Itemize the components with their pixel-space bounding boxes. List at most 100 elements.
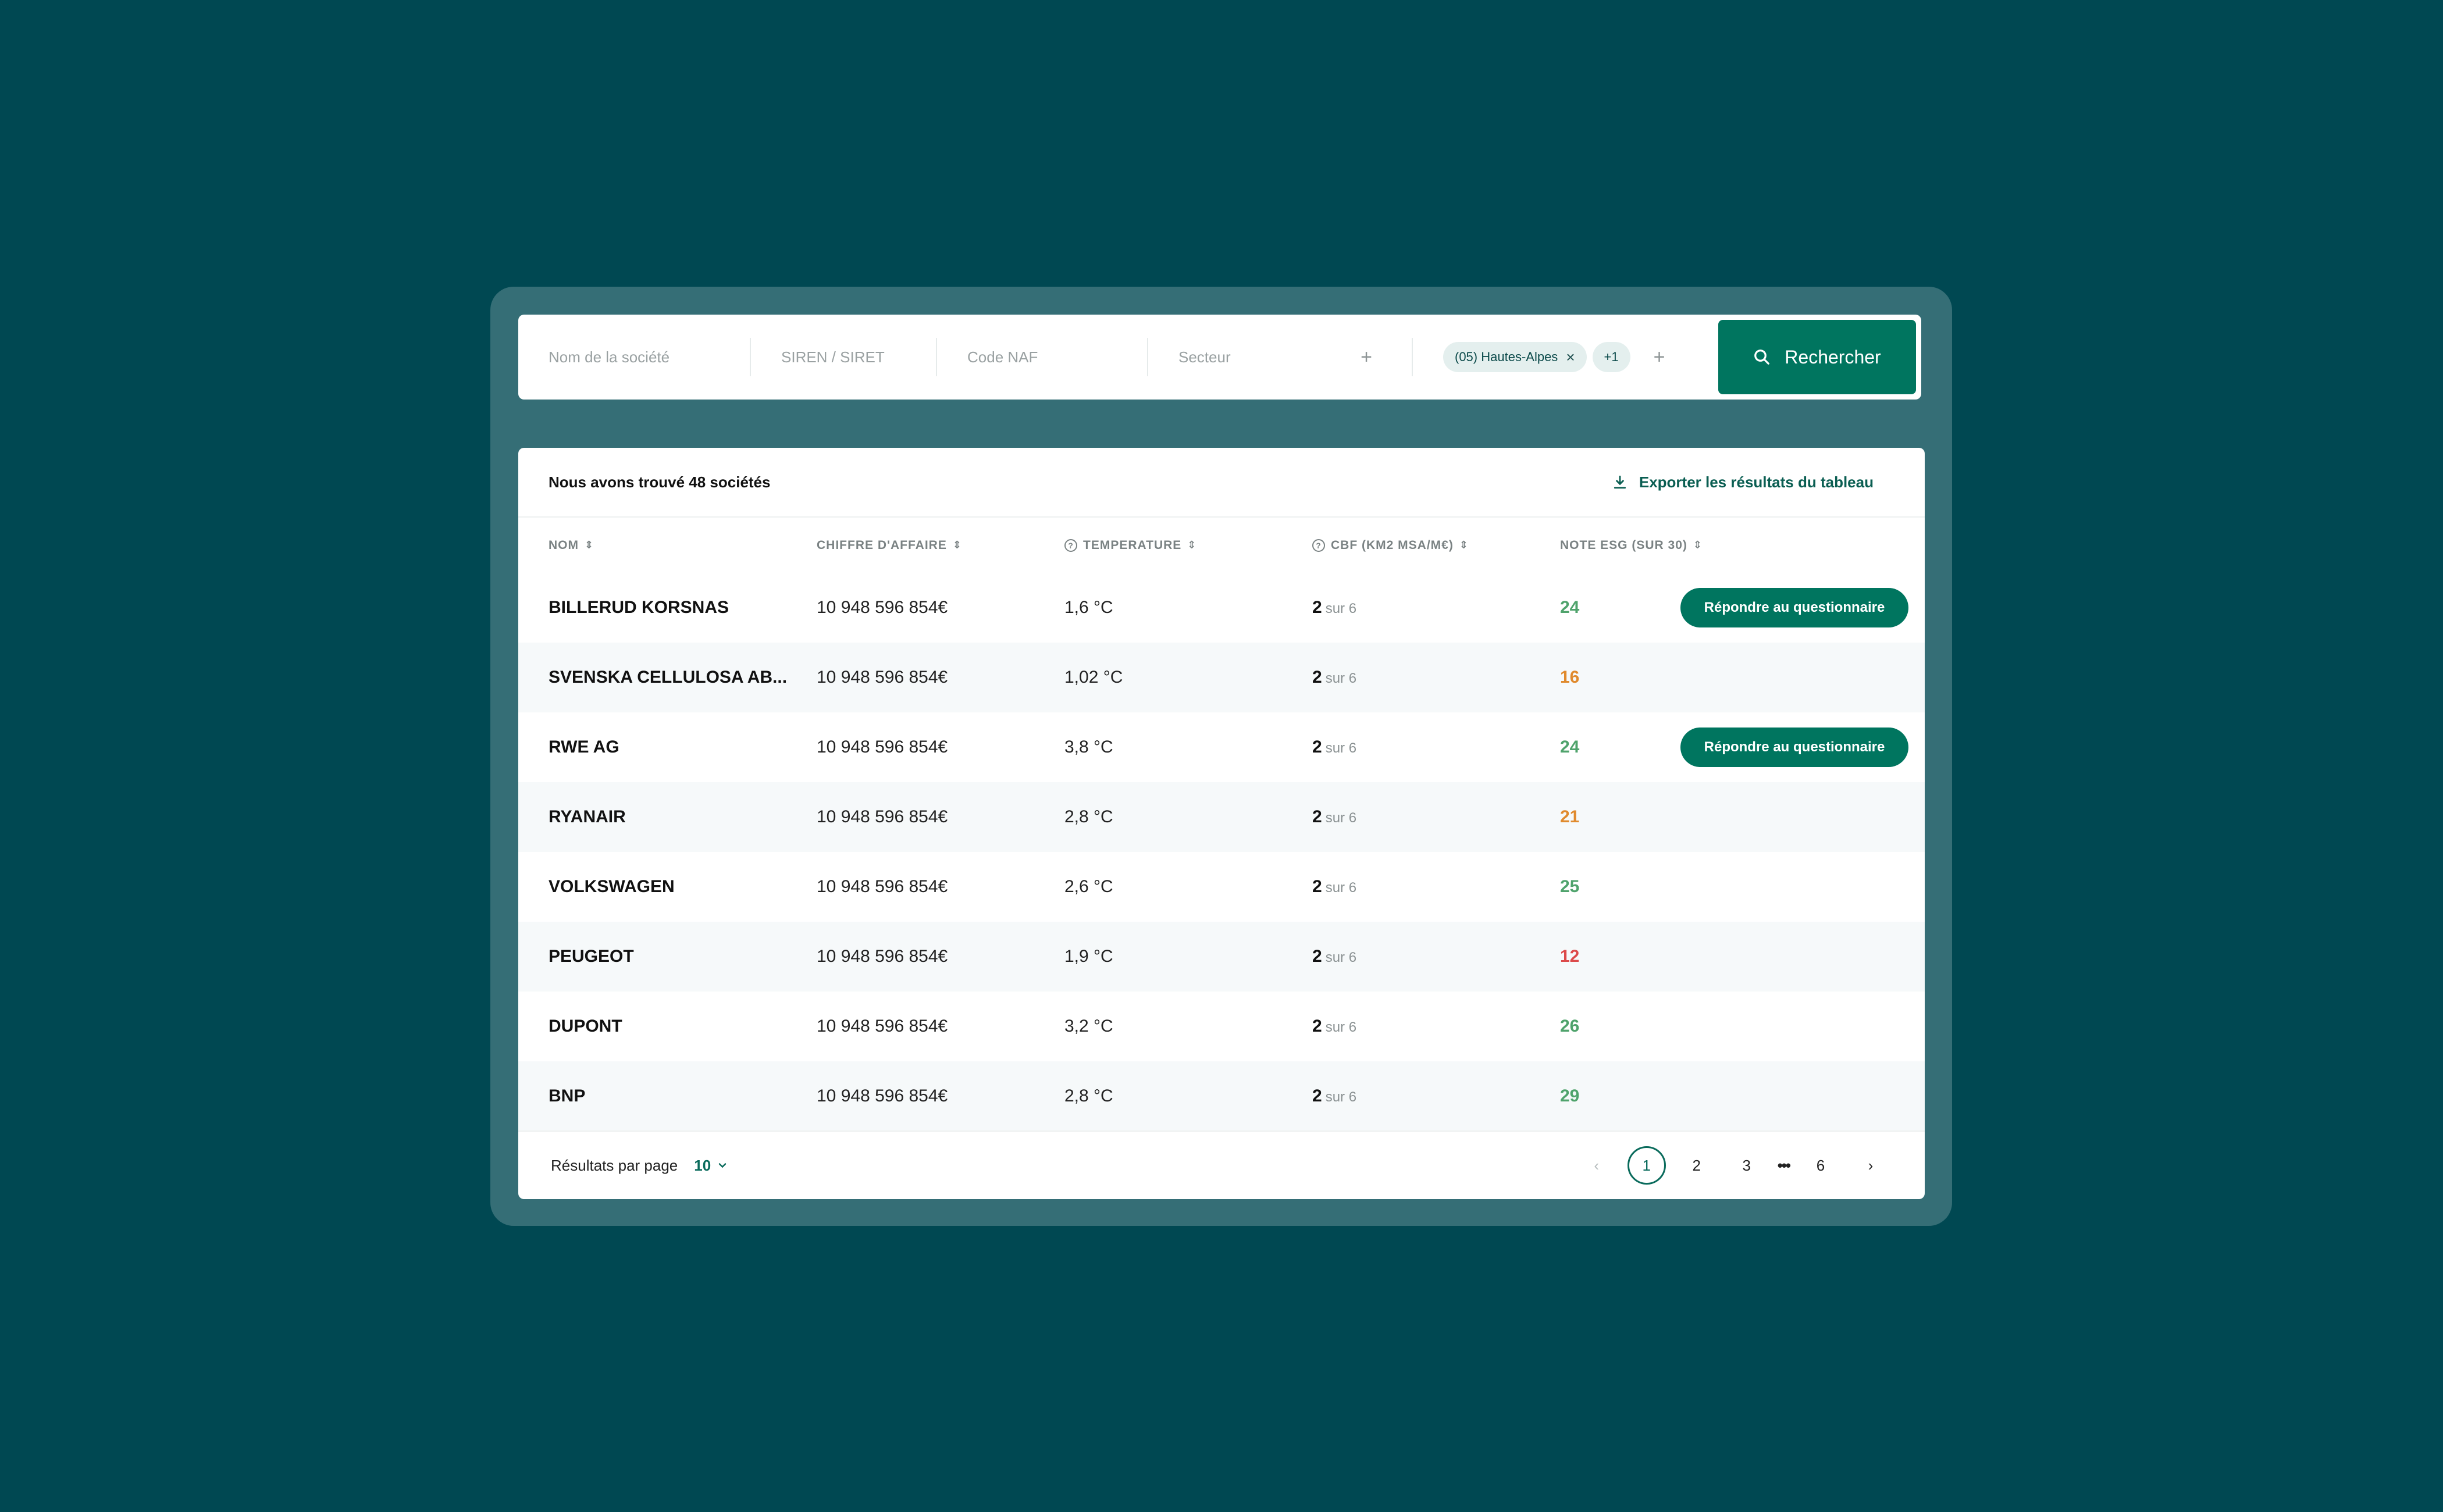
search-button[interactable]: Rechercher: [1718, 320, 1916, 394]
cbf-suffix: sur 6: [1325, 1019, 1357, 1035]
esg-note: 24: [1560, 598, 1580, 617]
cbf-suffix: sur 6: [1325, 671, 1357, 686]
temperature: 2,6 °C: [1064, 877, 1113, 896]
temperature: 2,8 °C: [1064, 807, 1113, 826]
answer-questionnaire-button[interactable]: Répondre au questionnaire: [1680, 728, 1908, 767]
sector-placeholder: Secteur: [1178, 348, 1231, 366]
page-6-button[interactable]: 6: [1801, 1146, 1840, 1185]
cbf-score: 2 sur 6: [1312, 737, 1560, 757]
esg-note: 16: [1560, 668, 1580, 687]
pagination: ‹ 1 2 3 ••• 6 ›: [1577, 1146, 1890, 1185]
header-nom-label: NOM: [549, 538, 579, 552]
esg-note: 21: [1560, 807, 1580, 826]
help-icon[interactable]: ?: [1064, 539, 1077, 552]
region-chip[interactable]: (05) Hautes-Alpes ×: [1443, 342, 1587, 372]
close-icon[interactable]: ×: [1566, 348, 1575, 366]
sort-icon: ⇕: [1187, 539, 1197, 551]
cbf-suffix: sur 6: [1325, 950, 1357, 965]
header-note-esg[interactable]: NOTE ESG (SUR 30) ⇕: [1560, 539, 1703, 552]
cbf-score: 2 sur 6: [1312, 1017, 1560, 1036]
sort-icon: ⇕: [1459, 539, 1469, 551]
sort-icon: ⇕: [1693, 539, 1703, 551]
table-row[interactable]: PEUGEOT 10 948 596 854€ 1,9 °C 2 sur 6 12: [518, 922, 1925, 992]
per-page-select[interactable]: 10: [694, 1157, 728, 1175]
company-name[interactable]: VOLKSWAGEN: [518, 877, 817, 897]
cbf-score: 2 sur 6: [1312, 1086, 1560, 1106]
revenue: 10 948 596 854€: [817, 598, 948, 617]
export-button[interactable]: Exporter les résultats du tableau: [1612, 473, 1874, 491]
siren-input[interactable]: SIREN / SIRET: [751, 315, 937, 400]
cbf-score: 2 sur 6: [1312, 598, 1560, 618]
naf-placeholder: Code NAF: [967, 348, 1038, 366]
header-chiffre-affaire[interactable]: CHIFFRE D'AFFAIRE ⇕: [817, 539, 1064, 552]
company-name[interactable]: SVENSKA CELLULOSA AB...: [518, 668, 817, 687]
temperature: 1,02 °C: [1064, 668, 1123, 687]
temperature: 2,8 °C: [1064, 1086, 1113, 1106]
table-row[interactable]: BNP 10 948 596 854€ 2,8 °C 2 sur 6 29: [518, 1061, 1925, 1131]
page-3-button[interactable]: 3: [1728, 1146, 1766, 1185]
temperature: 3,8 °C: [1064, 737, 1113, 757]
cbf-value: 2: [1312, 877, 1322, 896]
temperature: 1,9 °C: [1064, 947, 1113, 966]
help-icon[interactable]: ?: [1312, 539, 1325, 552]
header-temperature[interactable]: ? TEMPERATURE ⇕: [1064, 539, 1312, 552]
page-1-button[interactable]: 1: [1627, 1146, 1666, 1185]
company-name[interactable]: BNP: [518, 1086, 817, 1106]
header-note-label: NOTE ESG (SUR 30): [1560, 538, 1687, 552]
header-ca-label: CHIFFRE D'AFFAIRE: [817, 538, 947, 552]
table-row[interactable]: SVENSKA CELLULOSA AB... 10 948 596 854€ …: [518, 643, 1925, 712]
esg-note: 26: [1560, 1017, 1580, 1036]
cbf-suffix: sur 6: [1325, 880, 1357, 896]
answer-questionnaire-button[interactable]: Répondre au questionnaire: [1680, 588, 1908, 627]
siren-placeholder: SIREN / SIRET: [781, 348, 885, 366]
add-sector-icon[interactable]: +: [1361, 347, 1372, 367]
company-name[interactable]: DUPONT: [518, 1017, 817, 1036]
cbf-suffix: sur 6: [1325, 810, 1357, 826]
revenue: 10 948 596 854€: [817, 1086, 948, 1106]
table-row[interactable]: DUPONT 10 948 596 854€ 3,2 °C 2 sur 6 26: [518, 992, 1925, 1061]
cbf-value: 2: [1312, 737, 1322, 757]
results-count: Nous avons trouvé 48 sociétés: [549, 473, 771, 491]
per-page-label: Résultats par page: [551, 1156, 678, 1174]
per-page-control: Résultats par page 10: [551, 1157, 728, 1175]
table-row[interactable]: RWE AG 10 948 596 854€ 3,8 °C 2 sur 6 24 …: [518, 712, 1925, 782]
pagination-ellipsis: •••: [1777, 1156, 1791, 1174]
more-regions-chip[interactable]: +1: [1592, 342, 1630, 372]
revenue: 10 948 596 854€: [817, 668, 948, 687]
temperature: 3,2 °C: [1064, 1017, 1113, 1036]
cbf-score: 2 sur 6: [1312, 877, 1560, 897]
chevron-down-icon: [718, 1163, 727, 1168]
per-page-value: 10: [694, 1156, 711, 1174]
region-filter: (05) Hautes-Alpes × +1 +: [1413, 315, 1718, 400]
table-row[interactable]: BILLERUD KORSNAS 10 948 596 854€ 1,6 °C …: [518, 573, 1925, 643]
cbf-score: 2 sur 6: [1312, 668, 1560, 687]
cbf-suffix: sur 6: [1325, 601, 1357, 616]
esg-note: 12: [1560, 947, 1580, 966]
header-cbf[interactable]: ? CBF (KM2 MSA/M€) ⇕: [1312, 539, 1560, 552]
sector-select[interactable]: Secteur +: [1148, 315, 1413, 400]
revenue: 10 948 596 854€: [817, 947, 948, 966]
table-row[interactable]: RYANAIR 10 948 596 854€ 2,8 °C 2 sur 6 21: [518, 782, 1925, 852]
table-row[interactable]: VOLKSWAGEN 10 948 596 854€ 2,6 °C 2 sur 6…: [518, 852, 1925, 922]
cbf-score: 2 sur 6: [1312, 807, 1560, 827]
search-button-label: Rechercher: [1785, 346, 1881, 368]
region-chip-label: (05) Hautes-Alpes: [1455, 350, 1558, 364]
cbf-value: 2: [1312, 668, 1322, 687]
header-cbf-label: CBF (KM2 MSA/M€): [1331, 538, 1454, 552]
naf-code-input[interactable]: Code NAF: [937, 315, 1148, 400]
cbf-suffix: sur 6: [1325, 1089, 1357, 1105]
company-name[interactable]: PEUGEOT: [518, 947, 817, 967]
header-nom[interactable]: NOM ⇕: [518, 539, 817, 552]
prev-page-icon[interactable]: ‹: [1577, 1146, 1616, 1185]
company-name[interactable]: BILLERUD KORSNAS: [518, 598, 817, 618]
company-name-input[interactable]: Nom de la société: [518, 315, 751, 400]
company-name-placeholder: Nom de la société: [549, 348, 670, 366]
add-region-icon[interactable]: +: [1654, 347, 1665, 367]
next-page-icon[interactable]: ›: [1851, 1146, 1890, 1185]
company-name[interactable]: RYANAIR: [518, 807, 817, 827]
table-footer: Résultats par page 10 ‹ 1 2 3 ••• 6 ›: [518, 1131, 1925, 1199]
search-icon: [1754, 350, 1770, 365]
cbf-suffix: sur 6: [1325, 740, 1357, 756]
company-name[interactable]: RWE AG: [518, 737, 817, 757]
page-2-button[interactable]: 2: [1678, 1146, 1716, 1185]
